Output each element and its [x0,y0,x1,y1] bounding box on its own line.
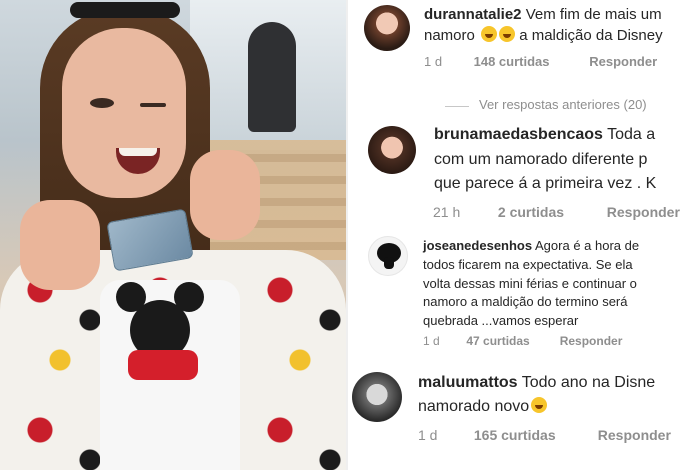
comment-body: namoro a maldição do termino será [423,294,628,309]
view-previous-replies[interactable]: Ver respostas anteriores (20) [445,97,647,112]
post-photo [0,0,346,470]
smiling-emoji-icon [531,397,548,413]
comment-likes[interactable]: 2 curtidas [498,204,603,220]
comment-time: 21 h [433,204,461,220]
panel-divider [346,0,348,470]
eye-winking [140,103,166,107]
left-hand [20,200,100,290]
comment-meta: 1 d 148 curtidas Responder [424,54,657,69]
comment-body: todos ficarem na expectativa. Se ela [423,257,633,272]
avatar[interactable] [352,372,402,422]
eye-open [90,98,114,108]
mickey-red-shorts [128,350,198,380]
reply-button[interactable]: Responder [607,204,680,220]
comment-text: namorado novo [418,397,548,418]
comment-text: maluumattos Todo ano na Disne [418,373,655,394]
comment-username[interactable]: brunamaedasbencaos [434,126,603,143]
comment-text: durannatalie2 Vem fim de mais um [424,5,662,25]
comment-likes[interactable]: 148 curtidas [474,54,586,69]
avatar[interactable] [368,236,408,276]
comment-body: namoro [424,27,475,44]
comments-panel: durannatalie2 Vem fim de mais um namoro … [346,0,700,470]
comment-likes[interactable]: 47 curtidas [466,334,556,348]
smiling-emoji-icon [499,26,516,42]
comment-username[interactable]: maluumattos [418,374,518,391]
teeth [119,148,157,156]
comment-meta: 21 h 2 curtidas Responder [433,204,680,220]
comment-text: joseanedesenhos Agora é a hora de [423,238,639,255]
comment-body: com um namorado diferente p [434,151,648,168]
comment-likes[interactable]: 165 curtidas [474,427,594,443]
comment-body: a maldição da Disney [519,27,663,44]
comment-username[interactable]: joseanedesenhos [423,238,532,253]
comment-body: Toda a [607,126,656,143]
avatar[interactable] [368,126,416,174]
girl-face [62,28,186,198]
comment-time: 1 d [424,54,443,69]
right-hand [190,150,260,240]
comment-meta: 1 d 165 curtidas Responder [418,427,671,443]
sheep-icon [377,243,401,269]
reply-button[interactable]: Responder [598,427,671,443]
smiling-emoji-icon [481,26,498,42]
comment-body: volta dessas mini férias e continuar o [423,276,637,291]
avatar[interactable] [364,5,410,51]
sunglasses-on-head [70,2,180,18]
comment-time: 1 d [418,427,438,443]
reply-button[interactable]: Responder [589,54,657,69]
comment-text: brunamaedasbencaos Toda a [434,125,655,146]
comment-body: que parece á a primeira vez . K [434,175,657,192]
comment-meta: 1 d 47 curtidas Responder [423,334,622,348]
background-person [248,22,296,132]
comment-body: Vem fim de mais um [525,6,662,23]
comment-username[interactable]: durannatalie2 [424,6,522,23]
reply-button[interactable]: Responder [560,334,623,348]
comment-time: 1 d [423,334,440,348]
comment-body: Todo ano na Disne [521,374,656,391]
comment-body: Agora é a hora de [535,238,640,253]
comment-body: namorado novo [418,398,530,415]
comment-text: namoro a maldição da Disney [424,26,663,46]
comment-body: quebrada ...vamos esperar [423,313,579,328]
